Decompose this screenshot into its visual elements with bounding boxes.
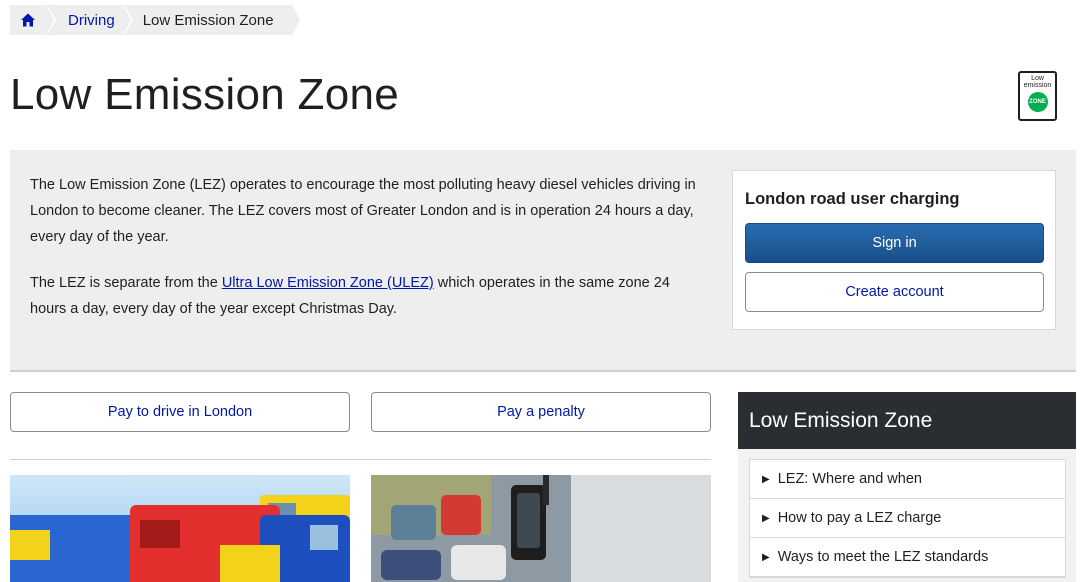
intro-paragraph-2: The LEZ is separate from the Ultra Low E… — [30, 270, 710, 322]
pay-to-drive-button[interactable]: Pay to drive in London — [10, 392, 350, 432]
low-emission-zone-sign-icon: Low emission ZONE — [1018, 71, 1057, 121]
breadcrumb-link-driving[interactable]: Driving — [46, 5, 133, 35]
intro-paragraph-1: The Low Emission Zone (LEZ) operates to … — [30, 177, 696, 245]
triangle-right-icon: ▶ — [762, 473, 770, 485]
traffic-illustration — [371, 475, 711, 582]
sidebar-item-how-to-pay[interactable]: ▶ How to pay a LEZ charge — [750, 499, 1065, 538]
road-user-charging-panel: London road user charging Sign in Create… — [732, 170, 1056, 330]
intro-text-before-link: The LEZ is separate from the — [30, 275, 222, 291]
create-account-button[interactable]: Create account — [745, 272, 1044, 312]
sidebar-item-where-and-when[interactable]: ▶ LEZ: Where and when — [750, 460, 1065, 499]
lorries-image[interactable] — [10, 475, 350, 582]
sign-in-button[interactable]: Sign in — [745, 223, 1044, 263]
page-title: Low Emission Zone — [10, 70, 400, 119]
sidebar-title: Low Emission Zone — [738, 392, 1076, 449]
sidebar-list: ▶ LEZ: Where and when ▶ How to pay a LEZ… — [749, 459, 1066, 578]
pay-penalty-button[interactable]: Pay a penalty — [371, 392, 711, 432]
triangle-right-icon: ▶ — [762, 551, 770, 563]
intro-section: The Low Emission Zone (LEZ) operates to … — [10, 150, 1076, 372]
zone-badge: ZONE — [1027, 92, 1048, 112]
ulez-link[interactable]: Ultra Low Emission Zone (ULEZ) — [222, 275, 434, 291]
traffic-image[interactable] — [371, 475, 711, 582]
intro-text: The Low Emission Zone (LEZ) operates to … — [30, 172, 710, 342]
breadcrumb-current: Low Emission Zone — [122, 5, 302, 35]
lorries-illustration — [10, 495, 350, 582]
home-icon — [21, 13, 35, 27]
lez-sidebar: Low Emission Zone ▶ LEZ: Where and when … — [738, 392, 1076, 582]
sidebar-item-label: How to pay a LEZ charge — [777, 510, 942, 526]
sidebar-item-label: Ways to meet the LEZ standards — [777, 549, 989, 565]
divider — [10, 459, 711, 460]
sidebar-item-label: LEZ: Where and when — [777, 471, 922, 487]
breadcrumb: Driving Low Emission Zone — [10, 5, 302, 35]
sign-label: Low emission — [1023, 75, 1052, 89]
sidebar-item-ways-to-meet-standards[interactable]: ▶ Ways to meet the LEZ standards — [750, 538, 1065, 577]
ruc-title: London road user charging — [745, 190, 960, 208]
breadcrumb-home[interactable] — [10, 5, 56, 35]
triangle-right-icon: ▶ — [762, 512, 770, 524]
